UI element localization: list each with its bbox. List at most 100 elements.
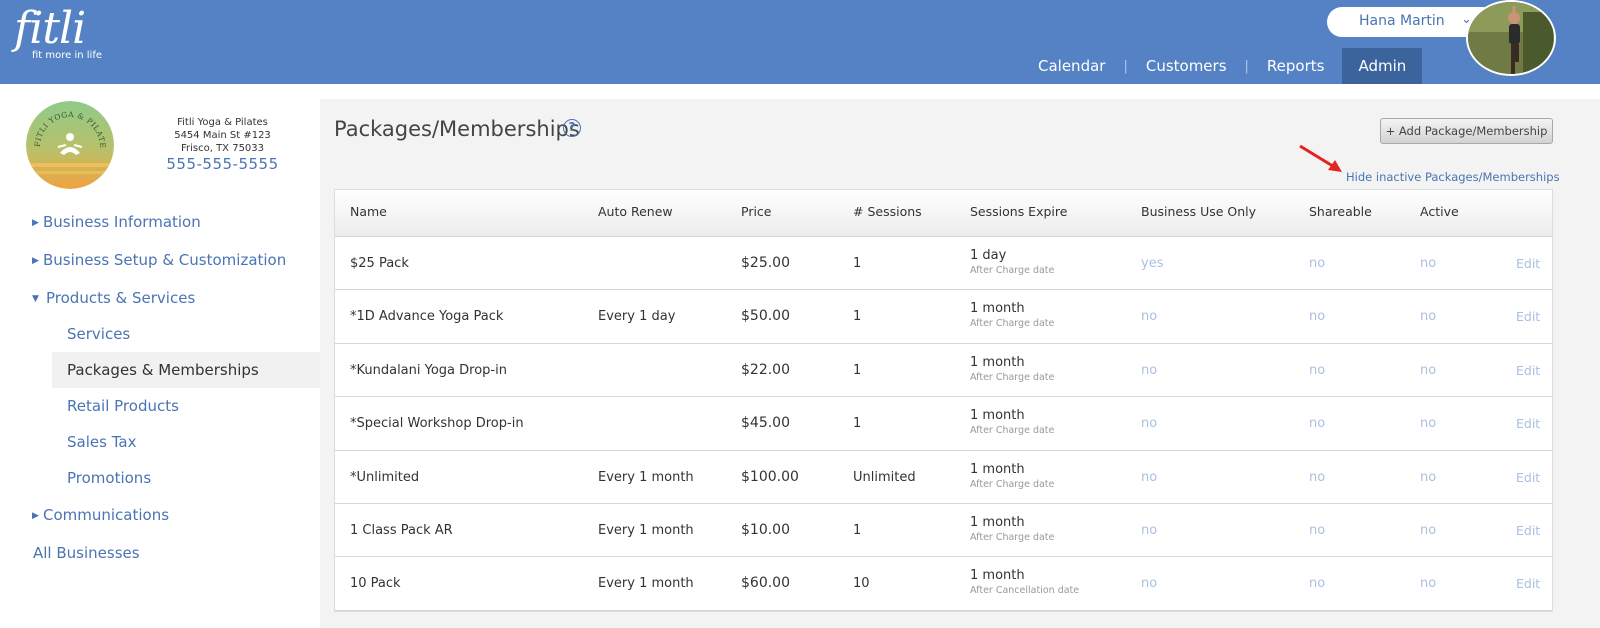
business-logo: FITLI YOGA & PILATES (26, 101, 114, 189)
user-name: Hana Martin (1359, 13, 1445, 29)
cell-sessions-expire: 1 day After Charge date (970, 248, 1054, 278)
cell-business-use-only: no (1141, 416, 1158, 432)
cell-active: no (1420, 576, 1437, 592)
cell-auto-renew: Every 1 month (598, 576, 694, 592)
table-row[interactable]: *Kundalani Yoga Drop-in $22.00 1 1 month… (335, 344, 1552, 398)
packages-table: Name Auto Renew Price # Sessions Session… (334, 189, 1553, 612)
logo-word: fitli (14, 3, 86, 54)
cell-active: no (1420, 416, 1437, 432)
column-header-business-use-only[interactable]: Business Use Only (1141, 190, 1256, 234)
fitli-logo[interactable]: fitli fit more in life (14, 3, 102, 62)
cell-shareable: no (1309, 362, 1326, 378)
cell-shareable: no (1309, 522, 1326, 538)
cell-sessions-expire: 1 month After Charge date (970, 301, 1054, 331)
expire-note: After Charge date (970, 425, 1055, 437)
cell-active: no (1420, 362, 1437, 378)
cell-auto-renew: Every 1 month (598, 469, 694, 485)
cell-auto-renew: Every 1 day (598, 309, 676, 325)
cell-active: no (1420, 522, 1437, 538)
cell-shareable: no (1309, 469, 1326, 485)
sidebar-sub-services[interactable]: Services (52, 316, 320, 352)
edit-link[interactable]: Edit (1516, 344, 1540, 397)
hide-inactive-link[interactable]: Hide inactive Packages/Memberships (1346, 170, 1560, 184)
cell-name: *Special Workshop Drop-in (350, 416, 524, 432)
business-logo-image: FITLI YOGA & PILATES (26, 101, 114, 189)
column-header-sessions[interactable]: # Sessions (853, 190, 922, 234)
table-header: Name Auto Renew Price # Sessions Session… (335, 190, 1552, 237)
table-body: $25 Pack $25.00 1 1 day After Charge dat… (335, 237, 1552, 611)
expire-note: After Charge date (970, 478, 1055, 490)
cell-sessions-expire: 1 month After Cancellation date (970, 568, 1079, 598)
table-row[interactable]: *Unlimited Every 1 month $100.00 Unlimit… (335, 451, 1552, 504)
column-header-sessions-expire[interactable]: Sessions Expire (970, 190, 1067, 234)
column-header-price[interactable]: Price (741, 190, 772, 234)
sidebar-item-business-setup[interactable]: ▶ Business Setup & Customization (32, 242, 286, 278)
cell-name: *1D Advance Yoga Pack (350, 309, 504, 325)
page-title: Packages/Memberships (334, 117, 580, 141)
column-header-name[interactable]: Name (350, 190, 387, 234)
cell-active: no (1420, 309, 1437, 325)
red-arrow-annotation-icon (1299, 144, 1342, 172)
nav-reports[interactable]: Reports (1249, 48, 1343, 84)
caret-right-icon: ▶ (32, 218, 39, 228)
edit-link[interactable]: Edit (1516, 290, 1540, 343)
table-row[interactable]: $25 Pack $25.00 1 1 day After Charge dat… (335, 237, 1552, 291)
sidebar-item-all-businesses[interactable]: All Businesses (33, 535, 140, 571)
caret-right-icon: ▶ (32, 511, 39, 521)
table-row[interactable]: *Special Workshop Drop-in $45.00 1 1 mon… (335, 397, 1552, 451)
cell-business-use-only: no (1141, 362, 1158, 378)
avatar[interactable] (1466, 0, 1556, 76)
sidebar-item-products-services[interactable]: ▼ Products & Services (32, 280, 195, 316)
expire-period: 1 month (970, 461, 1025, 477)
column-header-active[interactable]: Active (1420, 190, 1459, 234)
expire-period: 1 day (970, 248, 1007, 263)
expire-period: 1 month (970, 301, 1025, 317)
expire-period: 1 month (970, 408, 1025, 424)
cell-business-use-only: no (1141, 522, 1158, 538)
nav-calendar[interactable]: Calendar (1020, 48, 1123, 84)
edit-link[interactable]: Edit (1516, 397, 1540, 450)
cell-price: $22.00 (741, 361, 790, 378)
add-package-button[interactable]: + Add Package/Membership (1380, 118, 1553, 144)
business-phone[interactable]: 555-555-5555 (150, 157, 295, 172)
cell-price: $25.00 (741, 255, 790, 271)
column-header-auto-renew[interactable]: Auto Renew (598, 190, 673, 234)
edit-link[interactable]: Edit (1516, 557, 1540, 610)
caret-down-icon: ▼ (32, 294, 39, 304)
sidebar-sub-sales-tax[interactable]: Sales Tax (52, 424, 320, 460)
cell-price: $100.00 (741, 468, 799, 485)
main-nav: Calendar | Customers | Reports Admin (1020, 48, 1423, 84)
help-icon[interactable]: ? (563, 119, 581, 137)
column-header-shareable[interactable]: Shareable (1309, 190, 1372, 234)
cell-price: $60.00 (741, 575, 790, 592)
table-row[interactable]: *1D Advance Yoga Pack Every 1 day $50.00… (335, 290, 1552, 344)
cell-sessions: Unlimited (853, 469, 916, 485)
cell-name: 10 Pack (350, 576, 401, 592)
cell-price: $45.00 (741, 415, 790, 432)
nav-admin[interactable]: Admin (1342, 48, 1423, 84)
sidebar-sub-packages-memberships[interactable]: Packages & Memberships (52, 352, 320, 388)
cell-active: no (1420, 469, 1437, 485)
cell-shareable: no (1309, 576, 1326, 592)
cell-sessions-expire: 1 month After Charge date (970, 462, 1054, 492)
business-info: Fitli Yoga & Pilates 5454 Main St #123 F… (150, 116, 295, 172)
cell-sessions-expire: 1 month After Charge date (970, 515, 1054, 545)
cell-business-use-only: no (1141, 576, 1158, 592)
edit-link[interactable]: Edit (1516, 504, 1540, 557)
sidebar-item-communications[interactable]: ▶ Communications (32, 497, 169, 533)
cell-business-use-only: no (1141, 469, 1158, 485)
edit-link[interactable]: Edit (1516, 237, 1540, 290)
sidebar-sub-retail-products[interactable]: Retail Products (52, 388, 320, 424)
sidebar-sub-promotions[interactable]: Promotions (52, 460, 320, 496)
cell-auto-renew: Every 1 month (598, 522, 694, 538)
cell-sessions: 1 (853, 522, 862, 538)
edit-link[interactable]: Edit (1516, 451, 1540, 504)
main-panel: Packages/Memberships ? + Add Package/Mem… (320, 99, 1600, 628)
expire-period: 1 month (970, 354, 1025, 370)
sidebar-item-label: Products & Services (46, 289, 196, 307)
table-row[interactable]: 10 Pack Every 1 month $60.00 10 1 month … (335, 557, 1552, 611)
sidebar-item-business-information[interactable]: ▶ Business Information (32, 204, 201, 240)
table-row[interactable]: 1 Class Pack AR Every 1 month $10.00 1 1… (335, 504, 1552, 558)
cell-sessions: 1 (853, 256, 862, 271)
nav-customers[interactable]: Customers (1128, 48, 1245, 84)
